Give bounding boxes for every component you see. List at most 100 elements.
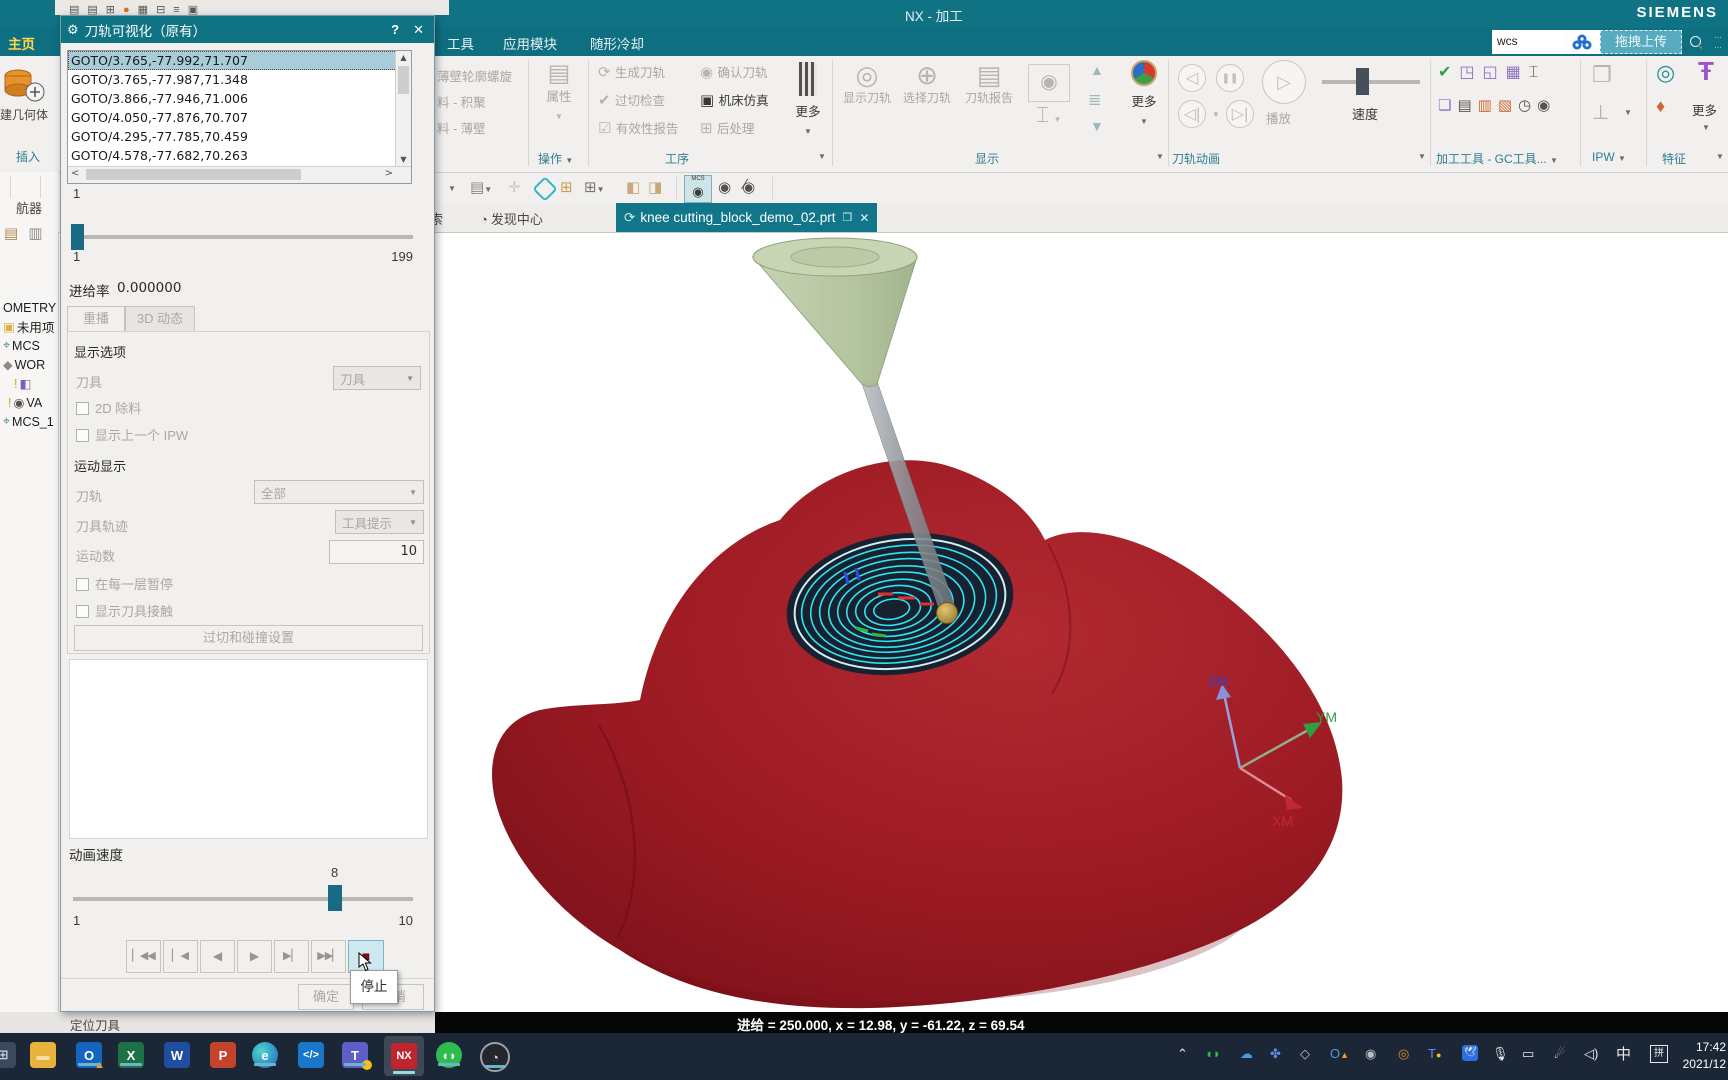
vscroll-thumb[interactable] xyxy=(398,66,409,94)
cube-shaded-button[interactable]: ◧ xyxy=(626,178,640,196)
quick-access-toolbar[interactable]: ▤▤⊞●▦⊟≡▣ xyxy=(55,0,449,15)
checkbox-show-prev-ipw-box[interactable] xyxy=(76,429,89,442)
sheets-icon[interactable]: ❏ xyxy=(1438,97,1457,114)
insert-group-label[interactable]: 插入 xyxy=(16,148,40,165)
group-label-xianshi[interactable]: 显示 xyxy=(975,150,999,167)
menu-item-application[interactable]: 应用模块 xyxy=(503,33,557,53)
tray-microphone-icon[interactable]: 🎙︎ xyxy=(1492,1047,1509,1060)
clock[interactable]: 17:42 2021/12 xyxy=(1668,1039,1726,1073)
gctools-icons-row1[interactable]: ✔◳◱▦⌶ xyxy=(1438,62,1578,82)
progress-slider-handle[interactable] xyxy=(71,224,84,250)
create-geometry-label[interactable]: 建几何体 xyxy=(0,106,58,123)
taskbar-outlook-icon[interactable]: O▲ xyxy=(76,1042,102,1068)
detach-icon[interactable]: ❐ xyxy=(842,211,852,224)
tray-3dbox-icon[interactable]: ◇ xyxy=(1300,1047,1310,1060)
progress-slider-track[interactable] xyxy=(73,235,413,239)
tray-outlook-warning-icon[interactable]: O▲ xyxy=(1330,1047,1349,1060)
dialog-help-button[interactable]: ? xyxy=(391,22,399,37)
toolpath-visualization-dialog[interactable]: ⚙ 刀轨可视化（原有） ? ✕ GOTO/3.765,-77.992,71.70… xyxy=(60,15,435,1012)
tray-onedrive-icon[interactable]: ☁ xyxy=(1240,1047,1253,1060)
step-forward-button[interactable]: ▶▏ xyxy=(274,940,309,973)
cube-wire-button[interactable]: ◨ xyxy=(648,178,662,196)
menu-item-cooling[interactable]: 随形冷却 xyxy=(590,33,644,53)
group-label-anim[interactable]: 刀轨动画 xyxy=(1172,150,1220,167)
toolbar-dropdown[interactable]: ▼ xyxy=(448,184,456,193)
goto-row[interactable]: GOTO/3.866,-77.946,71.006 xyxy=(68,89,411,108)
show-toolpath-button[interactable]: ◎显示刀轨 xyxy=(838,62,896,107)
select-toolpath-button[interactable]: ⊕选择刀轨 xyxy=(898,62,956,107)
tool-trace-dropdown[interactable]: 工具提示▼ xyxy=(335,510,424,534)
gallery-item-partial-2[interactable]: 料 - 积聚 xyxy=(437,92,486,111)
doc-icon[interactable]: ▤ xyxy=(1457,97,1477,114)
ime-indicator[interactable]: 中 xyxy=(1616,1047,1631,1062)
home-tab[interactable]: 主页 xyxy=(8,33,54,53)
taskbar-powerpoint-icon[interactable]: P xyxy=(210,1042,236,1068)
menu-item-tools[interactable]: 工具 xyxy=(447,33,474,53)
group-label-ipw[interactable]: IPW ▼ xyxy=(1592,150,1626,164)
layer-down-button[interactable]: ▼ xyxy=(1090,118,1104,134)
checkbox-pause-each-level[interactable]: 在每一层暂停 xyxy=(76,574,173,596)
tray-clover-icon[interactable]: ✤ xyxy=(1270,1047,1281,1060)
scroll-left-arrow[interactable]: < xyxy=(71,168,79,179)
check-icon[interactable]: ✔ xyxy=(1438,64,1459,81)
tray-magnifier-icon[interactable]: ◎ xyxy=(1398,1047,1409,1060)
taskbar-teams-icon[interactable]: T xyxy=(342,1042,368,1068)
dialog-close-button[interactable]: ✕ xyxy=(413,22,424,38)
taskbar-wechat-icon[interactable]: ◖◗ xyxy=(436,1042,462,1068)
ipw-second-button[interactable]: ⊥ xyxy=(1592,100,1609,125)
feature-tool-icon[interactable]: Ŧ xyxy=(1698,56,1714,87)
anim-pause-button[interactable]: ❚❚ xyxy=(1216,64,1244,92)
checkbox-show-tool-contact[interactable]: 显示刀具接触 xyxy=(76,601,173,623)
tray-bluebird-icon[interactable]: 🕊︎ xyxy=(1462,1045,1478,1061)
wrench-icon[interactable]: ▧ xyxy=(1498,97,1518,114)
scroll-down-arrow[interactable]: ▼ xyxy=(396,153,411,167)
tool-dropdown[interactable]: 刀具▼ xyxy=(333,366,421,390)
drag-upload-button[interactable]: 拖拽上传 xyxy=(1600,30,1682,54)
group-label-tezheng[interactable]: 特征 xyxy=(1662,150,1686,167)
goto-row[interactable]: GOTO/4.050,-77.876,70.707 xyxy=(68,108,411,127)
gouge-collision-settings-button[interactable]: 过切和碰撞设置 xyxy=(74,625,423,651)
checkbox-2d-removal-box[interactable] xyxy=(76,402,89,415)
tab-3d-dynamic[interactable]: 3D 动态 xyxy=(125,306,195,332)
anim-speed-slider-track[interactable] xyxy=(73,897,413,901)
gallery-item-partial-1[interactable]: 薄壁轮廓螺旋 xyxy=(437,66,512,85)
ime-pinyin-icon[interactable]: 拼 xyxy=(1650,1045,1668,1063)
active-document-tab[interactable]: ⟳ knee cutting_block_demo_02.prt ❐ ✕ xyxy=(616,203,877,232)
fixture-icon[interactable]: ◱ xyxy=(1483,64,1506,81)
clock-icon[interactable]: ◷ xyxy=(1518,97,1537,114)
tray-teams-icon[interactable]: T● xyxy=(1428,1047,1441,1060)
anim-step-back-button[interactable]: ◁ xyxy=(1178,64,1206,92)
cloud-app-icon[interactable] xyxy=(1564,30,1600,54)
create-geometry-icon[interactable] xyxy=(2,64,46,104)
tab-replay[interactable]: 重播 xyxy=(67,306,125,332)
group-label-caozuo[interactable]: 操作 ▼ xyxy=(538,150,573,167)
command-search-input[interactable]: wcs xyxy=(1492,30,1564,54)
clamp-icon[interactable]: ◳ xyxy=(1459,64,1482,81)
mcs-display-button[interactable]: MCS◉ xyxy=(684,175,712,203)
taskbar-explorer-icon[interactable]: ▬ xyxy=(30,1042,56,1068)
taskbar-edge-icon[interactable]: e xyxy=(252,1042,278,1068)
tray-wheel-icon[interactable]: ◉ xyxy=(1365,1047,1376,1060)
goto-listbox[interactable]: GOTO/3.765,-77.992,71.707 GOTO/3.765,-77… xyxy=(67,50,412,184)
taskbar-nx-icon[interactable]: NX xyxy=(384,1036,424,1076)
anim-speed-slider-handle[interactable] xyxy=(328,885,342,911)
box-crosshair-button[interactable]: ⊞▼ xyxy=(584,178,605,196)
tray-volume-icon[interactable]: ◁) xyxy=(1584,1047,1598,1060)
search-icon[interactable] xyxy=(1690,34,1701,52)
feature-stamp-button[interactable]: ♦ xyxy=(1656,96,1665,117)
anim-speed-slider-handle[interactable] xyxy=(1356,68,1369,95)
group-label-gctools[interactable]: 加工工具 - GC工具... ▼ xyxy=(1436,150,1558,167)
play-to-start-button[interactable]: ▏◀◀ xyxy=(126,940,161,973)
qat-dot-icon[interactable]: ● xyxy=(123,4,138,15)
tray-expand-icon[interactable]: ⌃ xyxy=(1177,1047,1188,1060)
toolpath-dropdown[interactable]: 全部▼ xyxy=(254,480,424,504)
dialog-titlebar[interactable]: ⚙ 刀轨可视化（原有） ? ✕ xyxy=(61,16,434,43)
taskbar-vscode-icon[interactable]: </> xyxy=(298,1042,324,1068)
scroll-right-arrow[interactable]: > xyxy=(385,168,393,179)
play-forward-button[interactable]: ▶ xyxy=(237,940,272,973)
checkbox-pause-box[interactable] xyxy=(76,578,89,591)
layer-up-button[interactable]: ▲ xyxy=(1090,62,1104,78)
motion-count-input[interactable]: 10 xyxy=(329,540,424,564)
move-button[interactable]: ✛ xyxy=(508,178,521,196)
properties-button[interactable]: ▤ 属性▼ xyxy=(536,62,582,146)
